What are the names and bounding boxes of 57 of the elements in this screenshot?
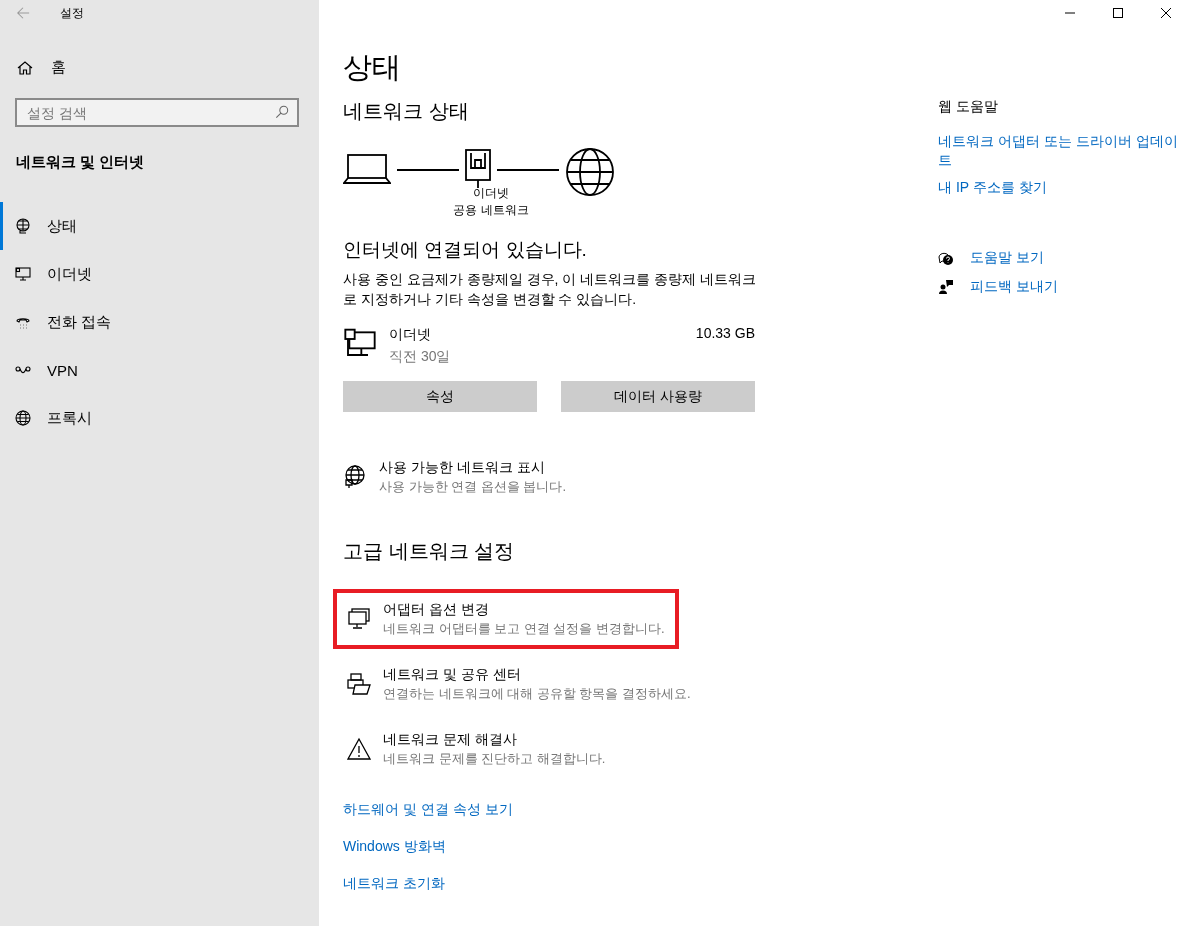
help-action-link[interactable]: 피드백 보내기 (938, 278, 1178, 296)
connection-label: 이더넷 (473, 185, 509, 202)
window-title: 설정 (60, 4, 84, 22)
settings-link-item[interactable]: 네트워크 문제 해결사 네트워크 문제를 진단하고 해결합니다. (333, 719, 679, 779)
action-button[interactable]: 데이터 사용량 (561, 381, 755, 412)
option-title: 사용 가능한 네트워크 표시 (379, 458, 546, 477)
section-heading: 네트워크 상태 (343, 99, 470, 124)
option-subtitle: 사용 가능한 연결 옵션을 봅니다. (379, 478, 567, 496)
question-bubble-icon (938, 250, 954, 266)
sidebar-item[interactable]: 전화 접속 (0, 298, 319, 346)
globe-monitor-icon (343, 465, 367, 489)
globe-icon (565, 147, 615, 197)
search-field[interactable]: 설정 검색 (15, 98, 299, 127)
close-icon[interactable] (1161, 8, 1171, 18)
page-title: 상태 (343, 50, 402, 85)
home-nav-item[interactable]: 홈 (0, 26, 319, 77)
globe-monitor-icon (15, 218, 31, 234)
option-subtitle: 연결하는 네트워크에 대해 공유할 항목을 결정하세요. (383, 685, 691, 703)
sidebar-item[interactable]: 프록시 (0, 394, 319, 442)
settings-link[interactable]: 네트워크 초기화 (343, 875, 763, 893)
settings-link-item[interactable]: 네트워크 및 공유 센터 연결하는 네트워크에 대해 공유할 항목을 결정하세요. (333, 654, 705, 714)
search-icon (275, 105, 289, 119)
section-heading: 네트워크 및 인터넷 (15, 152, 146, 172)
help-heading: 웹 도움말 (938, 98, 999, 116)
maximize-icon[interactable] (1113, 8, 1123, 18)
sidebar-item[interactable]: 이더넷 (0, 250, 319, 298)
help-link[interactable]: 내 IP 주소를 찾기 (938, 178, 1178, 197)
option-title: 어댑터 옵션 변경 (383, 600, 490, 619)
monitor-icon (343, 327, 377, 359)
option-title: 네트워크 및 공유 센터 (383, 665, 522, 684)
option-title: 네트워크 문제 해결사 (383, 730, 518, 749)
person-feedback-icon (938, 279, 954, 295)
settings-link[interactable]: 하드웨어 및 연결 속성 보기 (343, 801, 763, 819)
action-button[interactable]: 속성 (343, 381, 537, 412)
monitor-icon (15, 266, 31, 282)
connection-status: 인터넷에 연결되어 있습니다. (343, 238, 588, 262)
laptop-icon (343, 153, 391, 185)
data-usage: 10.33 GB (695, 325, 755, 341)
ethernet-port-icon (465, 149, 491, 189)
warning-icon (347, 737, 371, 761)
globe-icon (15, 410, 31, 426)
usage-period: 직전 30일 (389, 347, 452, 366)
connection-label: 공용 네트워크 (453, 202, 529, 219)
printer-folder-icon (347, 672, 371, 696)
help-action-link[interactable]: 도움말 보기 (938, 249, 1178, 267)
settings-link[interactable]: Windows 방화벽 (343, 838, 763, 856)
help-link[interactable]: 네트워크 어댑터 또는 드라이버 업데이트 (938, 132, 1178, 170)
monitor-icon (347, 607, 371, 631)
description-text: 사용 중인 요금제가 종량제일 경우, 이 네트워크를 종량제 네트워크로 지정하거나 기타 속성을 변경할 수 있습니다. (343, 270, 757, 309)
settings-link-item[interactable]: 사용 가능한 네트워크 표시 사용 가능한 연결 옵션을 봅니다. (343, 458, 763, 496)
section-heading: 고급 네트워크 설정 (343, 539, 516, 564)
sidebar-item[interactable]: VPN (0, 346, 319, 394)
home-icon (17, 59, 33, 76)
adapter-name: 이더넷 (389, 325, 432, 344)
highlighted-settings-item[interactable]: 어댑터 옵션 변경 네트워크 어댑터를 보고 연결 설정을 변경합니다. (333, 589, 679, 649)
option-subtitle: 네트워크 문제를 진단하고 해결합니다. (383, 750, 606, 768)
option-subtitle: 네트워크 어댑터를 보고 연결 설정을 변경합니다. (383, 620, 665, 638)
